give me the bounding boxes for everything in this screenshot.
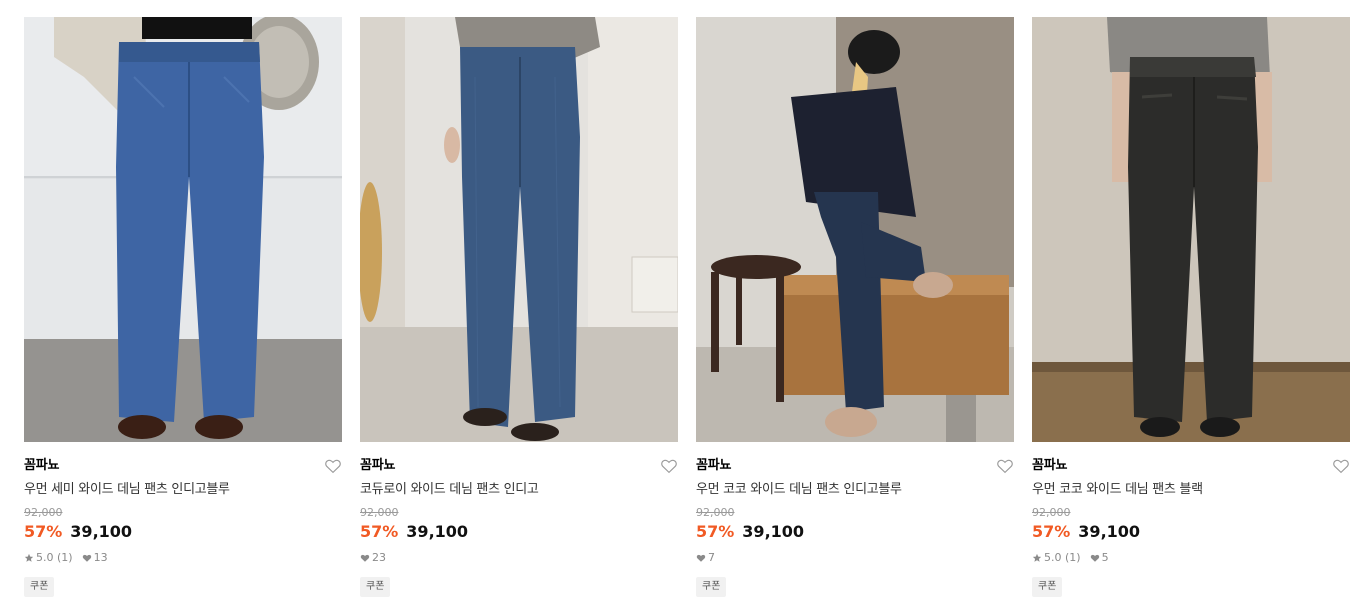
heart-filled-icon bbox=[360, 553, 370, 563]
heart-outline-icon[interactable] bbox=[660, 457, 678, 475]
coupon-badge: 쿠폰 bbox=[360, 577, 391, 597]
rating: 5.0 (1) bbox=[1032, 551, 1081, 565]
likes: 23 bbox=[360, 551, 386, 565]
rating-text: 5.0 (1) bbox=[1044, 551, 1081, 564]
price-row: 57% 39,100 bbox=[696, 522, 1014, 542]
heart-outline-icon[interactable] bbox=[996, 457, 1014, 475]
original-price: 92,000 bbox=[1032, 506, 1071, 519]
product-title[interactable]: 코듀로이 와이드 데님 팬츠 인디고 bbox=[360, 481, 678, 499]
brand-name[interactable]: 꼼파뇨 bbox=[360, 457, 678, 475]
original-price: 92,000 bbox=[24, 506, 63, 519]
product-meta: 5.0 (1) 13 bbox=[24, 551, 342, 565]
price-row: 57% 39,100 bbox=[1032, 522, 1350, 542]
discount-rate: 57% bbox=[696, 522, 735, 541]
rating-text: 5.0 (1) bbox=[36, 551, 73, 564]
product-card[interactable]: 꼼파뇨 코듀로이 와이드 데님 팬츠 인디고 92,000 57% 39,100 … bbox=[360, 17, 678, 597]
heart-outline-icon[interactable] bbox=[1332, 457, 1350, 475]
coupon-badge: 쿠폰 bbox=[1032, 577, 1063, 597]
product-image[interactable] bbox=[24, 17, 342, 442]
product-title[interactable]: 우먼 코코 와이드 데님 팬츠 인디고블루 bbox=[696, 481, 1014, 499]
product-card[interactable]: 꼼파뇨 우먼 세미 와이드 데님 팬츠 인디고블루 92,000 57% 39,1… bbox=[24, 17, 342, 597]
product-card[interactable]: 꼼파뇨 우먼 코코 와이드 데님 팬츠 블랙 92,000 57% 39,100 … bbox=[1032, 17, 1350, 597]
likes: 13 bbox=[82, 551, 108, 565]
price-row: 57% 39,100 bbox=[24, 522, 342, 542]
product-meta: 7 bbox=[696, 551, 1014, 565]
sale-price: 39,100 bbox=[742, 522, 805, 541]
heart-filled-icon bbox=[1090, 553, 1100, 563]
product-grid: 꼼파뇨 우먼 세미 와이드 데님 팬츠 인디고블루 92,000 57% 39,1… bbox=[0, 0, 1354, 605]
discount-rate: 57% bbox=[1032, 522, 1071, 541]
product-meta: 23 bbox=[360, 551, 678, 565]
likes-count: 13 bbox=[93, 551, 108, 564]
product-title[interactable]: 우먼 코코 와이드 데님 팬츠 블랙 bbox=[1032, 481, 1350, 499]
rating: 5.0 (1) bbox=[24, 551, 73, 565]
sale-price: 39,100 bbox=[406, 522, 469, 541]
likes: 5 bbox=[1090, 551, 1109, 565]
heart-filled-icon bbox=[82, 553, 92, 563]
likes-count: 23 bbox=[372, 551, 386, 564]
brand-name[interactable]: 꼼파뇨 bbox=[1032, 457, 1350, 475]
brand-name[interactable]: 꼼파뇨 bbox=[24, 457, 342, 475]
product-image[interactable] bbox=[360, 17, 678, 442]
discount-rate: 57% bbox=[24, 522, 63, 541]
product-meta: 5.0 (1) 5 bbox=[1032, 551, 1350, 565]
product-title[interactable]: 우먼 세미 와이드 데님 팬츠 인디고블루 bbox=[24, 481, 342, 499]
sale-price: 39,100 bbox=[70, 522, 133, 541]
discount-rate: 57% bbox=[360, 522, 399, 541]
likes: 7 bbox=[696, 551, 715, 565]
heart-outline-icon[interactable] bbox=[324, 457, 342, 475]
likes-count: 5 bbox=[1101, 551, 1109, 564]
price-row: 57% 39,100 bbox=[360, 522, 678, 542]
coupon-badge: 쿠폰 bbox=[696, 577, 727, 597]
product-image[interactable] bbox=[1032, 17, 1350, 442]
original-price: 92,000 bbox=[360, 506, 399, 519]
sale-price: 39,100 bbox=[1078, 522, 1141, 541]
likes-count: 7 bbox=[708, 551, 715, 564]
coupon-badge: 쿠폰 bbox=[24, 577, 55, 597]
brand-name[interactable]: 꼼파뇨 bbox=[696, 457, 1014, 475]
original-price: 92,000 bbox=[696, 506, 735, 519]
product-image[interactable] bbox=[696, 17, 1014, 442]
product-card[interactable]: 꼼파뇨 우먼 코코 와이드 데님 팬츠 인디고블루 92,000 57% 39,1… bbox=[696, 17, 1014, 597]
heart-filled-icon bbox=[696, 553, 706, 563]
star-icon bbox=[1032, 553, 1042, 563]
star-icon bbox=[24, 553, 34, 563]
